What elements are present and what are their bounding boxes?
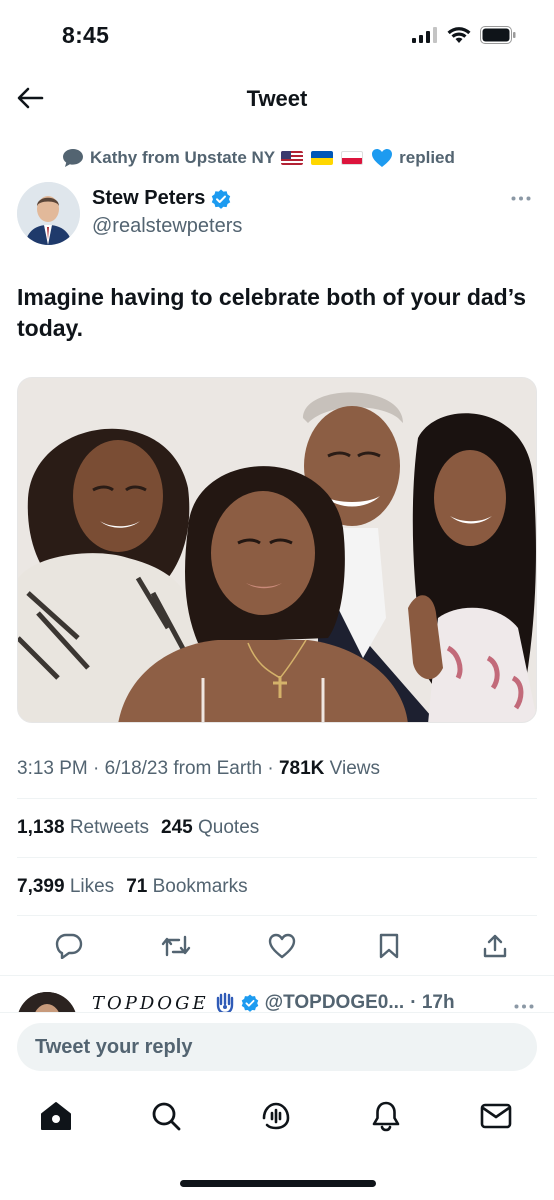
status-icons <box>412 26 516 44</box>
views-label: Views <box>329 758 380 779</box>
tweet-text: Imagine having to celebrate both of your… <box>17 284 527 341</box>
tab-spaces[interactable] <box>258 1098 294 1134</box>
retweet-quote-stats: 1,138 Retweets 245 Quotes <box>17 817 259 839</box>
ukraine-flag-icon <box>311 151 334 165</box>
hamsa-icon <box>216 992 233 1012</box>
tweet-date: 6/18/23 <box>104 758 169 779</box>
search-icon <box>152 1102 181 1131</box>
page-title: Tweet <box>246 86 308 111</box>
status-bar: 8:45 <box>0 0 554 70</box>
like-bookmark-stats: 7,399 Likes 71 Bookmarks <box>17 876 248 898</box>
more-options-button[interactable] <box>508 190 534 206</box>
quotes-label: Quotes <box>198 817 260 838</box>
author-avatar-image <box>17 182 80 245</box>
reply-user-name[interactable]: TOPDOGE <box>92 993 209 1013</box>
quotes-stat[interactable]: 245 Quotes <box>161 817 259 838</box>
heart-icon <box>268 933 296 959</box>
verified-badge-icon <box>241 994 258 1012</box>
verified-badge-icon <box>212 189 231 209</box>
top-nav-header: Tweet <box>0 70 554 128</box>
tab-notifications[interactable] <box>368 1098 404 1134</box>
retweet-icon <box>161 935 190 957</box>
tweet-actions <box>17 930 537 964</box>
author-avatar[interactable] <box>17 182 80 245</box>
reply-button[interactable] <box>53 930 85 962</box>
bookmarks-stat[interactable]: 71 Bookmarks <box>126 876 247 897</box>
more-horizontal-icon <box>514 1004 534 1009</box>
context-action: replied <box>399 148 455 167</box>
speech-bubble-icon <box>63 149 83 167</box>
tweet-meta: 3:13 PM · 6/18/23 from Earth · 781K View… <box>17 758 380 779</box>
tab-search[interactable] <box>148 1098 184 1134</box>
tab-messages[interactable] <box>478 1098 514 1134</box>
divider <box>17 857 537 858</box>
like-button[interactable] <box>266 930 298 962</box>
more-horizontal-icon <box>511 196 531 200</box>
family-photo-image <box>18 378 536 722</box>
bookmarks-count: 71 <box>126 876 148 897</box>
likes-stat[interactable]: 7,399 Likes <box>17 876 114 897</box>
reply-avatar-image <box>17 992 77 1012</box>
reply-input[interactable] <box>17 1023 537 1071</box>
blue-heart-icon <box>372 149 393 167</box>
views-count: 781K <box>278 758 325 779</box>
author-display-name: Stew Peters <box>92 187 206 209</box>
divider <box>17 915 537 916</box>
likes-label: Likes <box>69 876 115 897</box>
reply-time: 17h <box>421 992 455 1012</box>
context-user-name: Kathy from Upstate NY <box>90 148 276 167</box>
share-icon <box>483 934 507 958</box>
author-handle[interactable]: @realstewpeters <box>92 215 242 238</box>
battery-icon <box>480 26 516 44</box>
wifi-icon <box>447 27 471 43</box>
cellular-signal-icon <box>412 27 437 43</box>
retweet-button[interactable] <box>160 930 192 962</box>
next-reply[interactable]: TOPDOGE @TOPDOGE0... · 17h <box>0 976 554 1012</box>
likes-count: 7,399 <box>17 876 65 897</box>
share-button[interactable] <box>479 930 511 962</box>
poland-flag-icon <box>341 151 364 165</box>
divider <box>17 798 537 799</box>
reply-composer <box>0 1012 554 1082</box>
retweets-count: 1,138 <box>17 817 65 838</box>
retweets-stat[interactable]: 1,138 Retweets <box>17 817 149 838</box>
reply-icon <box>55 933 83 959</box>
us-flag-icon <box>281 151 304 165</box>
spaces-icon <box>262 1102 290 1130</box>
reply-avatar[interactable] <box>17 992 77 1012</box>
bookmark-button[interactable] <box>373 930 405 962</box>
envelope-icon <box>480 1103 512 1129</box>
bookmarks-label: Bookmarks <box>152 876 248 897</box>
bell-icon <box>372 1101 400 1132</box>
home-icon <box>41 1102 71 1130</box>
status-time: 8:45 <box>62 22 110 48</box>
reply-user-handle[interactable]: @TOPDOGE0... <box>265 992 405 1012</box>
bottom-tab-bar <box>0 1082 554 1200</box>
retweets-label: Retweets <box>69 817 150 838</box>
tweet-photo[interactable] <box>17 377 537 723</box>
social-context[interactable]: Kathy from Upstate NY replied <box>62 146 455 170</box>
tweet-source: from Earth <box>173 758 263 779</box>
reply-header: TOPDOGE @TOPDOGE0... · 17h <box>92 992 455 1012</box>
author-name[interactable]: Stew Peters <box>92 187 231 210</box>
bookmark-icon <box>379 933 398 959</box>
reply-more-button[interactable] <box>514 996 534 1012</box>
tab-home[interactable] <box>38 1098 74 1134</box>
tweet-time: 3:13 PM <box>17 758 88 779</box>
home-indicator <box>180 1180 376 1187</box>
quotes-count: 245 <box>161 817 193 838</box>
